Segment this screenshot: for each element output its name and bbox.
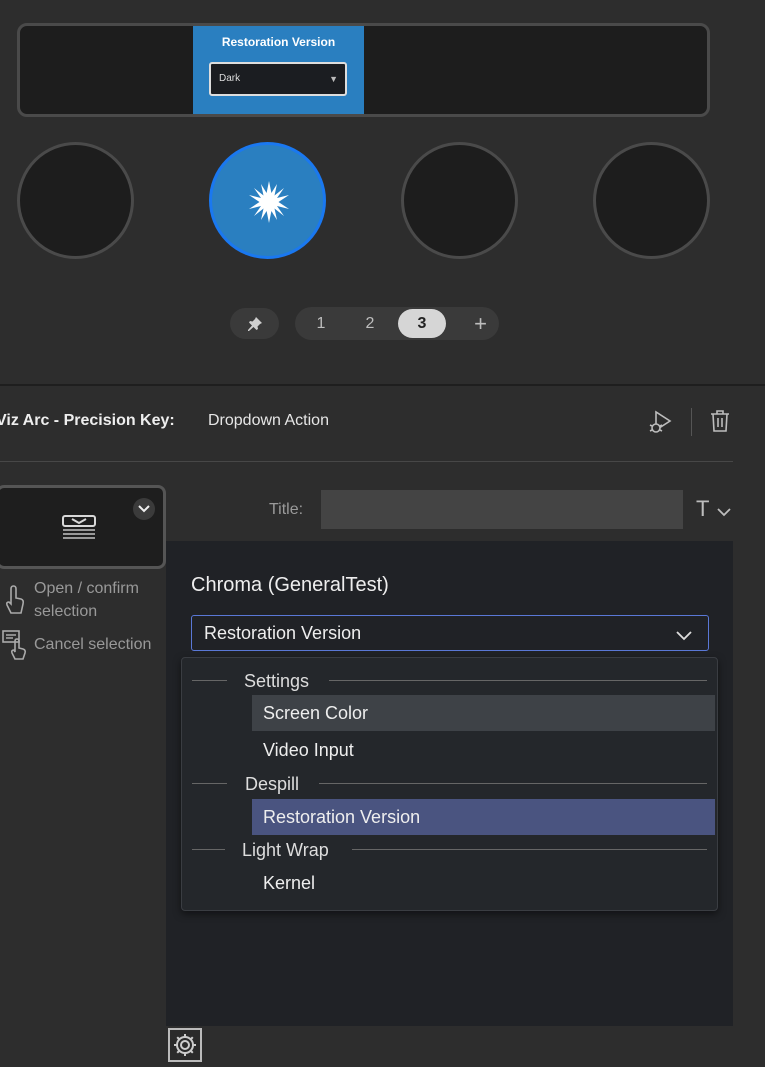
hint-confirm-line2: selection: [34, 603, 98, 620]
key-preview[interactable]: [0, 485, 166, 569]
group-divider: [192, 783, 227, 784]
group-divider: [192, 849, 225, 850]
touch-strip[interactable]: Restoration Version Dark ▼: [17, 23, 710, 117]
title-format-icon[interactable]: T: [696, 496, 709, 522]
chevron-down-icon: [676, 628, 692, 646]
dropdown-action-icon: [59, 514, 99, 547]
page-3-button[interactable]: 3: [398, 309, 446, 338]
parameter-select[interactable]: Restoration Version: [191, 615, 709, 651]
group-divider: [352, 849, 707, 850]
section-divider: [0, 384, 765, 386]
burst-icon: [249, 181, 289, 223]
plugin-name: Viz Arc - Precision Key:: [0, 412, 175, 429]
parameter-select-value: Restoration Version: [204, 623, 362, 643]
page-1-button[interactable]: 1: [297, 307, 345, 340]
hint-confirm-line1: Open / confirm: [34, 580, 139, 597]
key-menu-button[interactable]: [133, 498, 155, 520]
action-name: Dropdown Action: [208, 412, 329, 429]
pin-icon: [247, 316, 262, 331]
group-divider: [192, 680, 227, 681]
pin-button[interactable]: [230, 308, 279, 339]
lcd-dropdown: Dark ▼: [209, 62, 347, 96]
action-header: Viz Arc - Precision Key: Dropdown Action: [0, 408, 765, 436]
touch-press-icon: [2, 583, 28, 624]
page-selector: 1 2 3 +: [295, 307, 499, 340]
settings-button[interactable]: [168, 1028, 202, 1062]
group-label: Settings: [244, 671, 310, 691]
title-input[interactable]: [321, 490, 683, 529]
page-2-button[interactable]: 2: [346, 307, 394, 340]
title-label: Title:: [269, 501, 304, 518]
dial-3[interactable]: [401, 142, 518, 259]
group-divider: [329, 680, 707, 681]
dial-2[interactable]: [209, 142, 326, 259]
option-restoration-version[interactable]: Restoration Version: [252, 799, 715, 835]
parameter-dropdown-list: Settings Screen Color Video Input Despil…: [181, 657, 718, 911]
debug-run-icon[interactable]: [648, 408, 676, 441]
triangle-down-icon: ▼: [329, 74, 338, 84]
lcd-title: Restoration Version: [221, 35, 336, 49]
group-label: Light Wrap: [242, 840, 329, 860]
chevron-down-icon: [138, 505, 150, 513]
option-group-settings: Settings: [192, 668, 707, 694]
dial-1[interactable]: [17, 142, 134, 259]
dial-4[interactable]: [593, 142, 710, 259]
header-divider: [0, 461, 733, 462]
lcd-dropdown-value: Dark: [219, 73, 241, 84]
hint-cancel-label: Cancel selection: [34, 636, 152, 653]
gear-icon: [174, 1034, 196, 1056]
option-video-input[interactable]: Video Input: [252, 732, 715, 768]
group-label: Despill: [245, 774, 300, 794]
parameter-group-label: Chroma (GeneralTest): [191, 574, 389, 596]
option-group-light-wrap: Light Wrap: [192, 837, 707, 863]
add-page-button[interactable]: +: [474, 307, 487, 340]
trash-icon[interactable]: [708, 408, 732, 439]
option-group-despill: Despill: [192, 771, 707, 797]
touch-cancel-icon: [2, 629, 30, 668]
option-screen-color[interactable]: Screen Color: [252, 695, 715, 731]
lcd-segment[interactable]: Restoration Version Dark ▼: [193, 26, 364, 114]
option-kernel[interactable]: Kernel: [252, 865, 715, 901]
chevron-down-icon[interactable]: [717, 504, 731, 522]
group-divider: [319, 783, 707, 784]
header-separator: [691, 408, 692, 436]
